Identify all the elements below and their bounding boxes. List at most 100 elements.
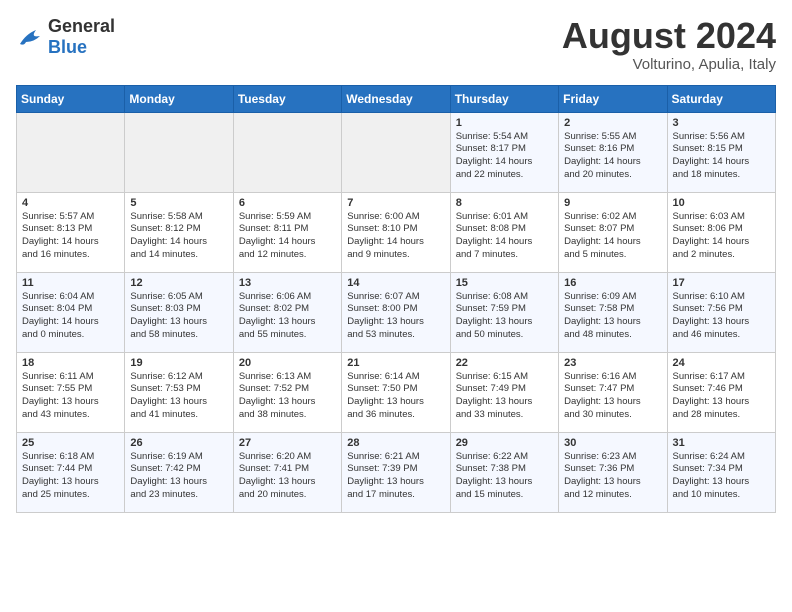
calendar-cell: 16Sunrise: 6:09 AM Sunset: 7:58 PM Dayli… <box>559 272 667 352</box>
day-number: 30 <box>564 437 661 449</box>
day-number: 8 <box>456 197 553 209</box>
day-info: Sunrise: 5:55 AM Sunset: 8:16 PM Dayligh… <box>564 131 661 182</box>
day-number: 29 <box>456 437 553 449</box>
day-number: 18 <box>22 357 119 369</box>
day-info: Sunrise: 5:58 AM Sunset: 8:12 PM Dayligh… <box>130 211 227 262</box>
calendar-cell: 2 Sunrise: 5:55 AM Sunset: 8:16 PM Daylig… <box>559 112 667 192</box>
header: General Blue August 2024 Volturino, Apul… <box>16 16 776 73</box>
calendar-cell: 10 Sunrise: 6:03 AM Sunset: 8:06 PM Dayli… <box>667 192 775 272</box>
day-info: Sunrise: 6:24 AM Sunset: 7:34 PM Dayligh… <box>673 451 770 502</box>
day-number: 2 <box>564 117 661 129</box>
day-number: 22 <box>456 357 553 369</box>
header-cell-friday: Friday <box>559 85 667 112</box>
calendar-week-4: 18 Sunrise: 6:11 AM Sunset: 7:55 PM Dayli… <box>17 352 776 432</box>
calendar-cell: 11 Sunrise: 6:04 AM Sunset: 8:04 PM Dayli… <box>17 272 125 352</box>
day-number: 19 <box>130 357 227 369</box>
day-info: Sunrise: 6:21 AM Sunset: 7:39 PM Dayligh… <box>347 451 444 502</box>
day-info: Sunrise: 6:17 AM Sunset: 7:46 PM Dayligh… <box>673 371 770 422</box>
day-info: Sunrise: 6:04 AM Sunset: 8:04 PM Dayligh… <box>22 291 119 342</box>
calendar-cell: 18 Sunrise: 6:11 AM Sunset: 7:55 PM Dayli… <box>17 352 125 432</box>
day-info: Sunrise: 6:12 AM Sunset: 7:53 PM Dayligh… <box>130 371 227 422</box>
day-info: Sunrise: 5:57 AM Sunset: 8:13 PM Dayligh… <box>22 211 119 262</box>
day-info: Sunrise: 6:10 AM Sunset: 7:56 PM Dayligh… <box>673 291 770 342</box>
day-number: 9 <box>564 197 661 209</box>
day-number: 3 <box>673 117 770 129</box>
day-info: Sunrise: 6:05 AM Sunset: 8:03 PM Dayligh… <box>130 291 227 342</box>
calendar-cell: 12Sunrise: 6:05 AM Sunset: 8:03 PM Dayli… <box>125 272 233 352</box>
day-number: 4 <box>22 197 119 209</box>
day-info: Sunrise: 6:23 AM Sunset: 7:36 PM Dayligh… <box>564 451 661 502</box>
day-number: 13 <box>239 277 336 289</box>
day-info: Sunrise: 6:06 AM Sunset: 8:02 PM Dayligh… <box>239 291 336 342</box>
day-info: Sunrise: 5:56 AM Sunset: 8:15 PM Dayligh… <box>673 131 770 182</box>
day-number: 11 <box>22 277 119 289</box>
calendar-cell: 21Sunrise: 6:14 AM Sunset: 7:50 PM Dayli… <box>342 352 450 432</box>
day-info: Sunrise: 6:15 AM Sunset: 7:49 PM Dayligh… <box>456 371 553 422</box>
day-number: 28 <box>347 437 444 449</box>
day-info: Sunrise: 5:54 AM Sunset: 8:17 PM Dayligh… <box>456 131 553 182</box>
calendar-cell: 27 Sunrise: 6:20 AM Sunset: 7:41 PM Dayli… <box>233 432 341 512</box>
day-number: 6 <box>239 197 336 209</box>
calendar-cell: 26Sunrise: 6:19 AM Sunset: 7:42 PM Dayli… <box>125 432 233 512</box>
day-info: Sunrise: 6:14 AM Sunset: 7:50 PM Dayligh… <box>347 371 444 422</box>
calendar-cell: 17Sunrise: 6:10 AM Sunset: 7:56 PM Dayli… <box>667 272 775 352</box>
day-number: 31 <box>673 437 770 449</box>
day-info: Sunrise: 6:03 AM Sunset: 8:06 PM Dayligh… <box>673 211 770 262</box>
day-number: 7 <box>347 197 444 209</box>
day-number: 20 <box>239 357 336 369</box>
logo: General Blue <box>16 16 115 58</box>
header-cell-wednesday: Wednesday <box>342 85 450 112</box>
calendar-cell: 9 Sunrise: 6:02 AM Sunset: 8:07 PM Daylig… <box>559 192 667 272</box>
day-info: Sunrise: 6:16 AM Sunset: 7:47 PM Dayligh… <box>564 371 661 422</box>
day-number: 24 <box>673 357 770 369</box>
calendar-cell: 15 Sunrise: 6:08 AM Sunset: 7:59 PM Dayli… <box>450 272 558 352</box>
calendar-cell: 28 Sunrise: 6:21 AM Sunset: 7:39 PM Dayli… <box>342 432 450 512</box>
day-info: Sunrise: 6:02 AM Sunset: 8:07 PM Dayligh… <box>564 211 661 262</box>
day-info: Sunrise: 6:11 AM Sunset: 7:55 PM Dayligh… <box>22 371 119 422</box>
day-info: Sunrise: 6:20 AM Sunset: 7:41 PM Dayligh… <box>239 451 336 502</box>
calendar-cell: 19 Sunrise: 6:12 AM Sunset: 7:53 PM Dayli… <box>125 352 233 432</box>
day-number: 25 <box>22 437 119 449</box>
calendar-week-1: 1Sunrise: 5:54 AM Sunset: 8:17 PM Daylig… <box>17 112 776 192</box>
header-cell-sunday: Sunday <box>17 85 125 112</box>
logo-text: General Blue <box>48 16 115 58</box>
day-number: 10 <box>673 197 770 209</box>
header-cell-saturday: Saturday <box>667 85 775 112</box>
calendar-cell: 22 Sunrise: 6:15 AM Sunset: 7:49 PM Dayli… <box>450 352 558 432</box>
logo-blue: Blue <box>48 37 87 57</box>
calendar-cell: 20 Sunrise: 6:13 AM Sunset: 7:52 PM Dayli… <box>233 352 341 432</box>
calendar-header: SundayMondayTuesdayWednesdayThursdayFrid… <box>17 85 776 112</box>
day-number: 27 <box>239 437 336 449</box>
day-info: Sunrise: 5:59 AM Sunset: 8:11 PM Dayligh… <box>239 211 336 262</box>
calendar-cell: 14 Sunrise: 6:07 AM Sunset: 8:00 PM Dayli… <box>342 272 450 352</box>
day-number: 5 <box>130 197 227 209</box>
day-info: Sunrise: 6:08 AM Sunset: 7:59 PM Dayligh… <box>456 291 553 342</box>
calendar-body: 1Sunrise: 5:54 AM Sunset: 8:17 PM Daylig… <box>17 112 776 512</box>
calendar-cell: 24 Sunrise: 6:17 AM Sunset: 7:46 PM Dayli… <box>667 352 775 432</box>
day-number: 14 <box>347 277 444 289</box>
day-info: Sunrise: 6:18 AM Sunset: 7:44 PM Dayligh… <box>22 451 119 502</box>
calendar-week-2: 4 Sunrise: 5:57 AM Sunset: 8:13 PM Daylig… <box>17 192 776 272</box>
logo-general: General <box>48 16 115 36</box>
calendar-cell: 31 Sunrise: 6:24 AM Sunset: 7:34 PM Dayli… <box>667 432 775 512</box>
calendar-cell: 23Sunrise: 6:16 AM Sunset: 7:47 PM Dayli… <box>559 352 667 432</box>
day-number: 15 <box>456 277 553 289</box>
calendar-week-3: 11 Sunrise: 6:04 AM Sunset: 8:04 PM Dayli… <box>17 272 776 352</box>
day-info: Sunrise: 6:00 AM Sunset: 8:10 PM Dayligh… <box>347 211 444 262</box>
calendar-cell: 8 Sunrise: 6:01 AM Sunset: 8:08 PM Daylig… <box>450 192 558 272</box>
calendar-cell <box>342 112 450 192</box>
day-number: 16 <box>564 277 661 289</box>
day-info: Sunrise: 6:07 AM Sunset: 8:00 PM Dayligh… <box>347 291 444 342</box>
title-area: August 2024 Volturino, Apulia, Italy <box>562 16 776 73</box>
day-info: Sunrise: 6:19 AM Sunset: 7:42 PM Dayligh… <box>130 451 227 502</box>
calendar-table: SundayMondayTuesdayWednesdayThursdayFrid… <box>16 85 776 513</box>
calendar-cell: 4 Sunrise: 5:57 AM Sunset: 8:13 PM Daylig… <box>17 192 125 272</box>
calendar-cell: 29Sunrise: 6:22 AM Sunset: 7:38 PM Dayli… <box>450 432 558 512</box>
calendar-cell: 5 Sunrise: 5:58 AM Sunset: 8:12 PM Daylig… <box>125 192 233 272</box>
day-info: Sunrise: 6:01 AM Sunset: 8:08 PM Dayligh… <box>456 211 553 262</box>
calendar-cell: 3 Sunrise: 5:56 AM Sunset: 8:15 PM Daylig… <box>667 112 775 192</box>
calendar-cell <box>125 112 233 192</box>
calendar-cell: 1Sunrise: 5:54 AM Sunset: 8:17 PM Daylig… <box>450 112 558 192</box>
day-info: Sunrise: 6:13 AM Sunset: 7:52 PM Dayligh… <box>239 371 336 422</box>
header-row: SundayMondayTuesdayWednesdayThursdayFrid… <box>17 85 776 112</box>
